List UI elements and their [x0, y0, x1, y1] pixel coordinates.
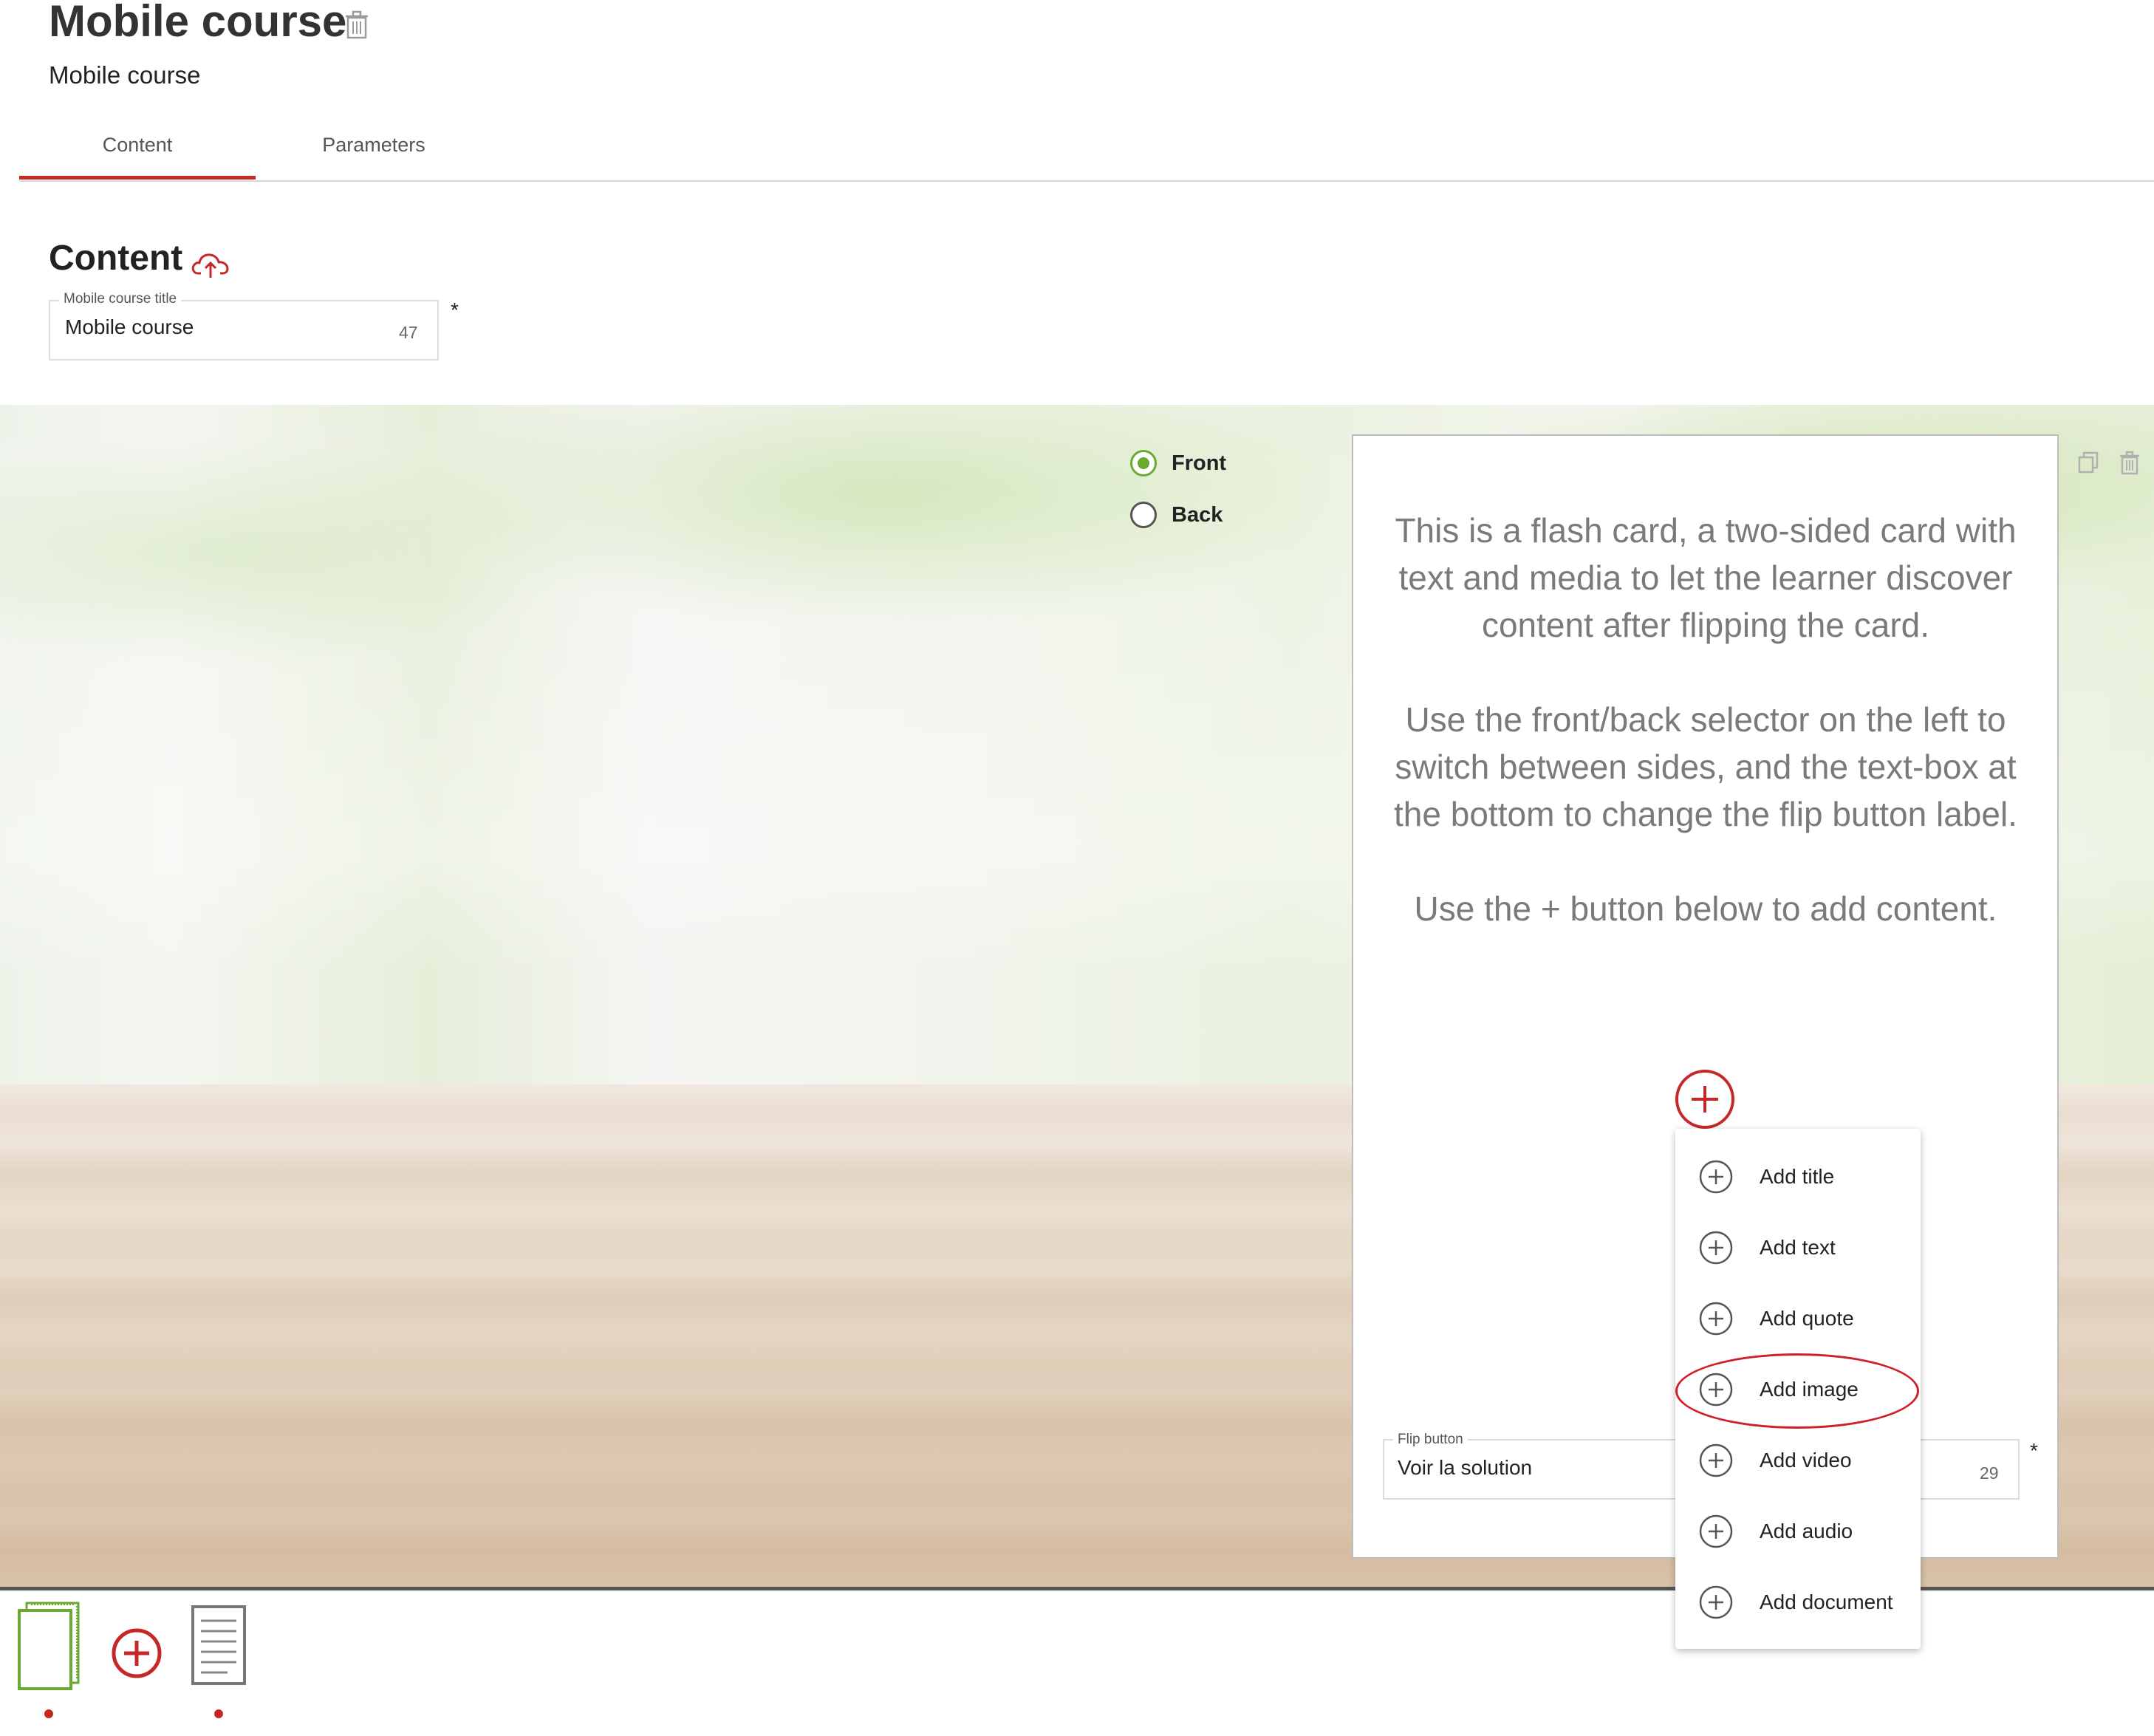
page-indicator-dot: [44, 1709, 53, 1718]
menu-item-add-text[interactable]: Add text: [1675, 1213, 1921, 1284]
course-title-char-count: 47: [399, 323, 418, 342]
page-title: Mobile course: [49, 0, 347, 46]
radio-back-label: Back: [1172, 503, 1223, 527]
flip-button-label: Flip button: [1393, 1432, 1468, 1448]
plus-circle-icon: [1699, 1585, 1733, 1619]
radio-front-circle[interactable]: [1130, 450, 1157, 476]
add-content-menu: Add title Add text Add quote Add image A…: [1675, 1129, 1921, 1649]
page-subtitle: Mobile course: [49, 61, 201, 89]
card-paragraph: Use the front/back selector on the left …: [1394, 700, 2017, 833]
menu-item-label: Add title: [1760, 1165, 1835, 1188]
radio-back-circle[interactable]: [1130, 502, 1157, 528]
menu-item-label: Add video: [1760, 1449, 1852, 1472]
radio-front[interactable]: Front: [1130, 450, 1241, 479]
document-icon[interactable]: [191, 1605, 247, 1686]
add-content-button[interactable]: [1675, 1070, 1734, 1129]
menu-item-add-image[interactable]: Add image: [1675, 1355, 1921, 1426]
section-title: Content: [49, 239, 183, 278]
flashcard-icon[interactable]: [16, 1600, 83, 1692]
course-title-label: Mobile course title: [59, 291, 182, 307]
plus-circle-icon: [1699, 1160, 1733, 1194]
trash-icon[interactable]: [2119, 451, 2141, 476]
tabs-divider: [19, 180, 2154, 182]
duplicate-icon[interactable]: [2077, 451, 2099, 476]
radio-front-dot: [1138, 457, 1149, 469]
required-marker: *: [2030, 1439, 2038, 1462]
course-title-input[interactable]: Mobile course: [65, 315, 194, 340]
tab-content[interactable]: Content: [19, 131, 256, 179]
menu-item-label: Add text: [1760, 1236, 1836, 1259]
plus-circle-icon: [1699, 1373, 1733, 1407]
flip-button-char-count: 29: [1980, 1463, 1999, 1483]
plus-circle-icon: [1699, 1443, 1733, 1477]
plus-circle-icon: [1699, 1302, 1733, 1336]
menu-item-add-audio[interactable]: Add audio: [1675, 1497, 1921, 1568]
menu-item-add-title[interactable]: Add title: [1675, 1142, 1921, 1213]
radio-front-label: Front: [1172, 451, 1227, 475]
plus-circle-icon: [1699, 1231, 1733, 1265]
card-paragraph: This is a flash card, a two-sided card w…: [1395, 511, 2017, 644]
required-marker: *: [451, 298, 459, 321]
menu-item-add-video[interactable]: Add video: [1675, 1426, 1921, 1497]
trash-icon[interactable]: [344, 10, 369, 40]
tab-parameters[interactable]: Parameters: [256, 131, 492, 179]
menu-item-label: Add audio: [1760, 1520, 1853, 1542]
menu-item-label: Add quote: [1760, 1307, 1854, 1330]
menu-item-label: Add document: [1760, 1590, 1893, 1613]
menu-item-label: Add image: [1760, 1378, 1859, 1401]
flip-button-input[interactable]: Voir la solution: [1398, 1455, 1532, 1480]
plus-circle-icon: [1699, 1514, 1733, 1548]
cloud-upload-icon[interactable]: [191, 248, 230, 279]
card-paragraph: Use the + button below to add content.: [1414, 889, 1997, 928]
page-indicator-dot: [214, 1709, 223, 1718]
plus-icon: [1692, 1086, 1718, 1113]
plus-circle-icon[interactable]: [111, 1627, 163, 1679]
radio-back[interactable]: Back: [1130, 502, 1241, 531]
card-body-text: This is a flash card, a two-sided card w…: [1371, 507, 2040, 980]
menu-item-add-document[interactable]: Add document: [1675, 1568, 1921, 1638]
active-tab-indicator: [19, 176, 256, 180]
menu-item-add-quote[interactable]: Add quote: [1675, 1284, 1921, 1355]
